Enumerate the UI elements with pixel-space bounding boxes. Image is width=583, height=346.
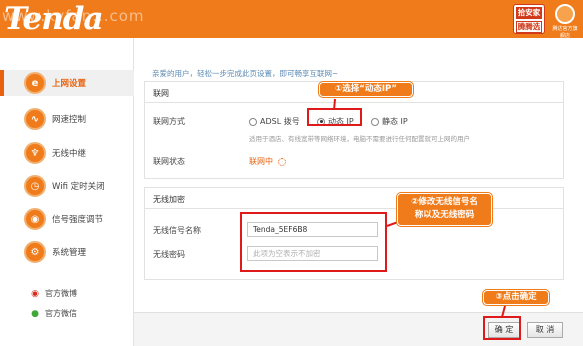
official-wechat-link[interactable]: ● 官方微信: [30, 308, 77, 319]
sidebar-item-system-management[interactable]: ⚙ 系统管理: [0, 239, 134, 265]
sidebar-item-label: 系统管理: [52, 248, 87, 258]
official-weibo-link[interactable]: ◉ 官方微博: [30, 288, 77, 299]
promo-badge-line-2: 腾腾选: [516, 21, 542, 33]
connect-status-label: 联网状态: [153, 157, 185, 166]
radio-adsl[interactable]: ADSL 拨号: [249, 116, 300, 127]
intro-text: 亲爱的用户，轻松一步完成此页设置，即可畅享互联网~: [152, 69, 339, 78]
clock-icon: ◷: [24, 175, 46, 197]
callout-step-3: ③点击确定: [483, 290, 549, 305]
tenda-logo: Tenda: [4, 1, 104, 37]
sidebar-item-label: 上网设置: [52, 79, 87, 89]
official-wechat-label: 官方微信: [45, 309, 77, 318]
repeater-antenna-icon: ♆: [24, 142, 46, 164]
panel-divider: [145, 208, 563, 209]
highlight-wireless-fields: [240, 212, 387, 272]
radio-static-ip-dot[interactable]: [371, 117, 379, 126]
store-logo-icon: [555, 4, 575, 24]
connect-mode-label: 联网方式: [153, 117, 185, 126]
sidebar-item-label: 信号强度调节: [52, 215, 104, 225]
store-logo: 腾达官方旗舰店: [551, 2, 579, 38]
connect-mode-hint: 适用于酒店、有线宽带等网络环境，电脑不需要进行任何配置就可上网的用户: [249, 135, 470, 143]
wechat-icon: ●: [31, 308, 39, 319]
loading-spinner-icon: [278, 157, 286, 166]
callout-step-1: ①选择“动态IP”: [319, 82, 413, 97]
weibo-icon: ◉: [31, 288, 39, 299]
password-label: 无线密码: [153, 250, 185, 259]
promo-badge: 拾安家 腾腾选: [513, 4, 545, 34]
header-bar: www.kyfan...com Tenda 拾安家 腾腾选 腾达官方旗舰店: [0, 0, 583, 38]
radio-static-ip[interactable]: 静态 IP: [371, 116, 408, 127]
ie-icon: e: [24, 72, 46, 94]
promo-badge-line-1: 拾安家: [516, 7, 542, 19]
sidebar-item-label: 无线中继: [52, 149, 87, 159]
wireless-panel-title: 无线加密: [153, 195, 185, 204]
connect-status-text: 联网中: [249, 157, 273, 166]
sidebar-item-wifi-schedule[interactable]: ◷ Wifi 定时关闭: [0, 173, 134, 199]
sidebar: e 上网设置 ∿ 网速控制 ♆ 无线中继 ◷ Wifi 定时关闭 ◉ 信号强度调…: [0, 38, 134, 346]
callout-step-2-line-1: ②修改无线信号名: [411, 197, 478, 207]
highlight-dynamic-ip: [307, 108, 362, 126]
gear-icon: ⚙: [24, 241, 46, 263]
radio-static-ip-label: 静态 IP: [382, 117, 408, 126]
panel-divider: [145, 102, 563, 103]
speed-wave-icon: ∿: [24, 108, 46, 130]
cancel-button[interactable]: 取 消: [527, 322, 563, 338]
callout-step-2-line-2: 称以及无线密码: [414, 210, 475, 220]
sidebar-item-signal-strength[interactable]: ◉ 信号强度调节: [0, 206, 134, 232]
radio-adsl-dot[interactable]: [249, 117, 257, 126]
radio-adsl-label: ADSL 拨号: [260, 117, 300, 126]
ssid-label: 无线信号名称: [153, 226, 201, 235]
connect-status-value: 联网中: [249, 156, 286, 167]
official-weibo-label: 官方微博: [45, 289, 77, 298]
signal-icon: ◉: [24, 208, 46, 230]
sidebar-item-speed-control[interactable]: ∿ 网速控制: [0, 106, 134, 132]
highlight-ok-button: [483, 316, 521, 340]
store-logo-caption: 腾达官方旗舰店: [552, 26, 578, 38]
callout-step-2: ②修改无线信号名 称以及无线密码: [397, 193, 492, 226]
sidebar-item-label: 网速控制: [52, 115, 87, 125]
connect-panel-title: 联网: [153, 89, 169, 98]
sidebar-item-label: Wifi 定时关闭: [52, 182, 105, 192]
sidebar-item-internet-setup[interactable]: e 上网设置: [0, 70, 134, 96]
sidebar-item-wireless-repeater[interactable]: ♆ 无线中继: [0, 140, 134, 166]
